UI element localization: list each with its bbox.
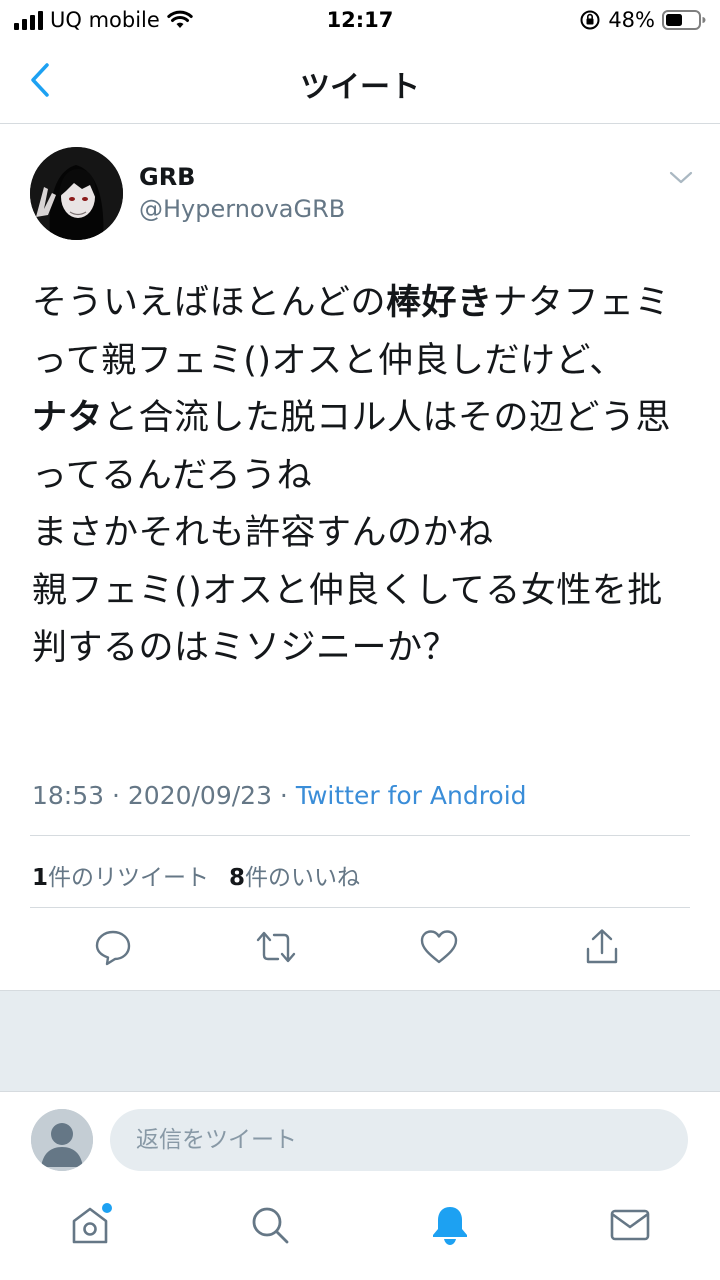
new-content-dot: [102, 1203, 112, 1213]
tweet-text: そういえばほとんどの棒好きナタフェミって親フェミ()オスと仲良しだけど、 ナタと…: [32, 275, 692, 678]
tweet-source-link[interactable]: Twitter for Android: [296, 781, 527, 810]
like-stat[interactable]: 8件のいいね: [229, 858, 360, 892]
avatar[interactable]: [30, 147, 123, 240]
tweet-text-segment: そういえばほとんどの: [32, 283, 386, 323]
user-name[interactable]: GRB: [139, 163, 195, 191]
share-icon: [586, 929, 618, 964]
reply-button[interactable]: [91, 925, 135, 969]
status-right: 48%: [579, 8, 706, 32]
bell-icon: [433, 1207, 467, 1245]
battery-percent: 48%: [608, 8, 655, 32]
status-bar: UQ mobile 12:17 48%: [0, 0, 720, 40]
empty-replies-area: [0, 990, 720, 1092]
avatar-image: [30, 147, 123, 240]
tweet-text-segment: と合流した脱コル人はその辺どう思ってるんだろうね まさかそれも許容すんのかね 親…: [32, 398, 672, 668]
battery-icon: [662, 10, 706, 30]
retweet-icon: [256, 931, 296, 963]
like-button[interactable]: [417, 925, 461, 969]
like-count: 8: [229, 865, 246, 891]
reply-bar: 返信をツイート: [0, 1092, 720, 1187]
tweet-timestamp: 18:53 · 2020/09/23 ·: [32, 781, 296, 810]
retweet-label: 件のリツイート: [48, 865, 210, 891]
tweet-text-bold: 棒好き: [385, 283, 493, 323]
retweet-stat[interactable]: 1件のリツイート: [32, 858, 209, 892]
envelope-icon: [610, 1209, 650, 1241]
like-label: 件のいいね: [245, 865, 361, 891]
nav-header: ツイート: [0, 40, 720, 124]
orientation-lock-icon: [580, 10, 600, 30]
heart-icon: [420, 930, 458, 964]
divider: [30, 907, 690, 908]
reply-input[interactable]: 返信をツイート: [110, 1109, 688, 1171]
search-icon: [252, 1207, 289, 1244]
carrier-label: UQ mobile: [50, 8, 160, 32]
signal-icon: [14, 10, 43, 30]
tab-search[interactable]: [245, 1200, 295, 1250]
tweet-meta: 18:53 · 2020/09/23 · Twitter for Android: [32, 781, 527, 810]
page-title: ツイート: [300, 70, 420, 105]
user-handle[interactable]: @HypernovaGRB: [139, 195, 345, 223]
tweet-actions: [0, 925, 720, 975]
reply-icon: [95, 930, 131, 966]
retweet-button[interactable]: [254, 925, 298, 969]
tab-home[interactable]: [65, 1200, 115, 1250]
my-avatar[interactable]: [31, 1109, 93, 1171]
status-left: UQ mobile: [14, 8, 193, 32]
tweet-stats: 1件のリツイート 8件のいいね: [32, 858, 360, 892]
tab-notifications[interactable]: [425, 1200, 475, 1250]
tab-bar: [0, 1190, 720, 1280]
tab-messages[interactable]: [605, 1200, 655, 1250]
share-button[interactable]: [580, 925, 624, 969]
wifi-icon: [167, 10, 193, 28]
tweet-text-bold: ナタ: [32, 398, 104, 438]
divider: [30, 835, 690, 836]
chevron-down-icon: [669, 171, 693, 184]
retweet-count: 1: [32, 865, 49, 891]
tweet-menu-button[interactable]: [664, 165, 698, 189]
default-avatar-icon: [31, 1109, 93, 1171]
